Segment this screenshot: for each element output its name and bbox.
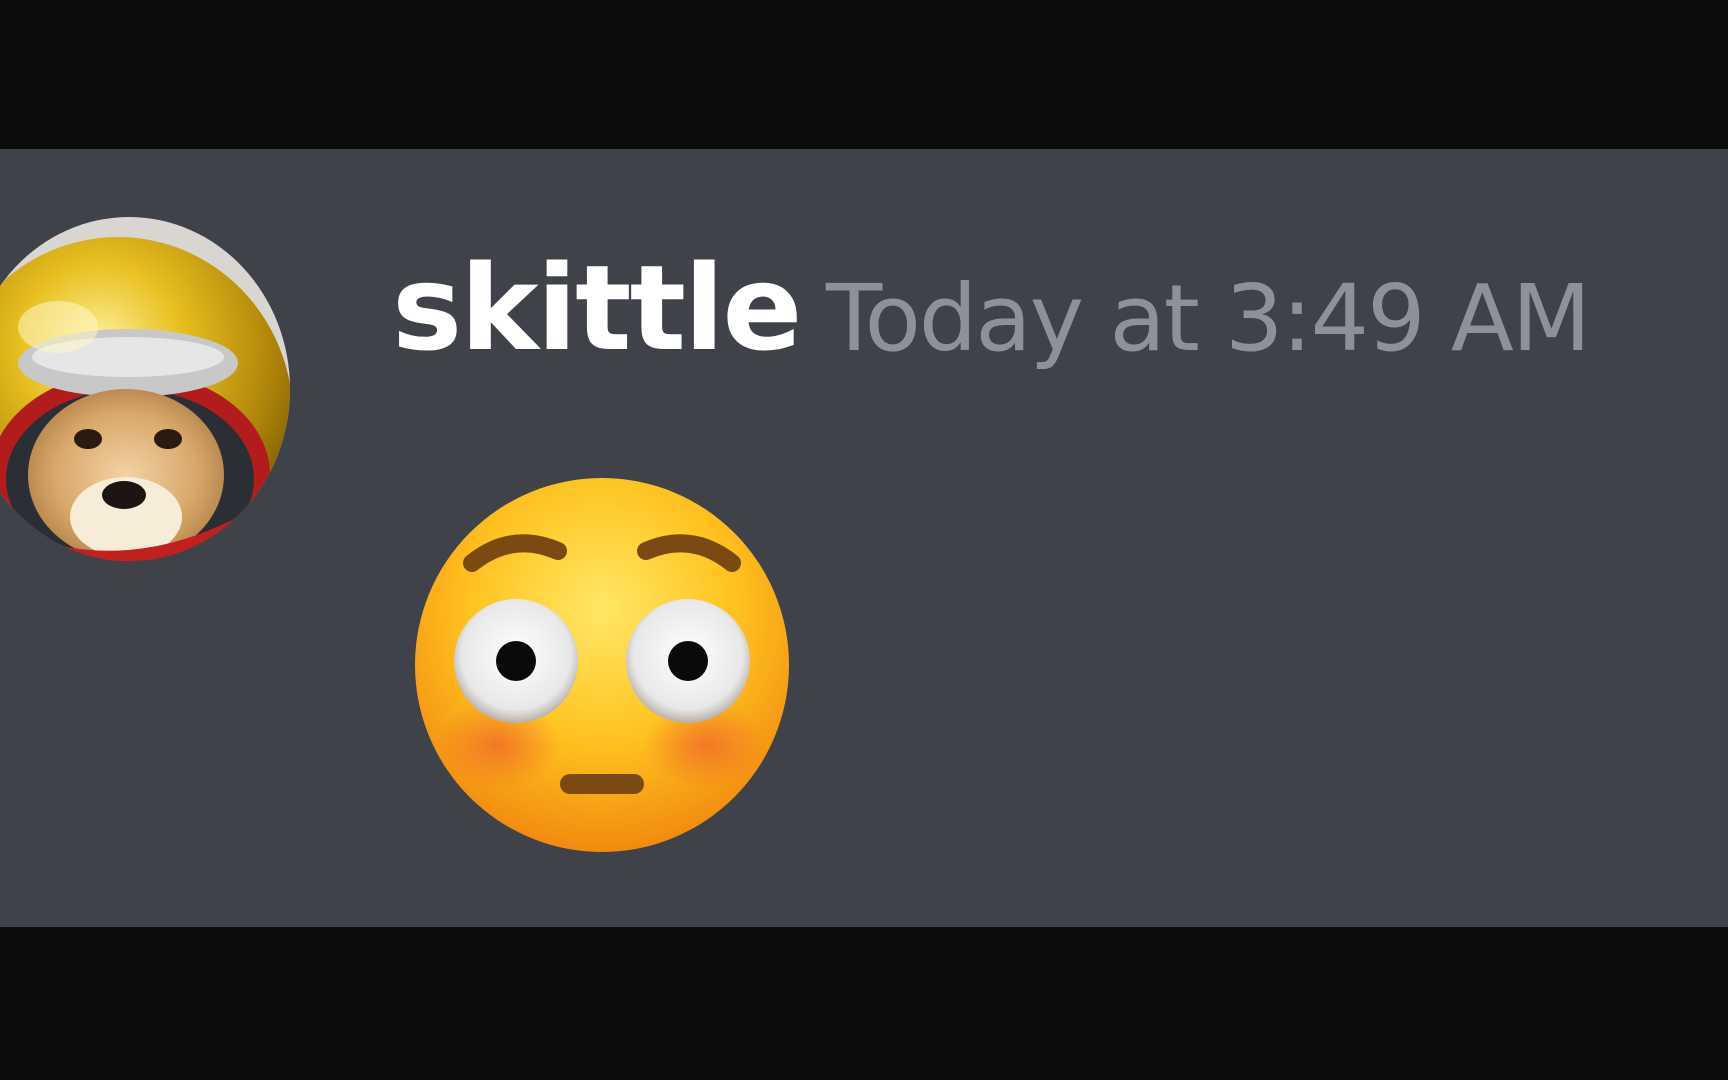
video-frame: skittle Today at 3:49 AM [0, 0, 1728, 1080]
shiba-astronaut-helmet-icon [0, 217, 290, 561]
chat-message[interactable]: skittle Today at 3:49 AM [0, 149, 1728, 927]
message-timestamp: Today at 3:49 AM [826, 265, 1591, 372]
user-avatar[interactable] [0, 217, 290, 561]
flushed-face-emoji-icon [412, 475, 792, 855]
username[interactable]: skittle [392, 243, 802, 373]
